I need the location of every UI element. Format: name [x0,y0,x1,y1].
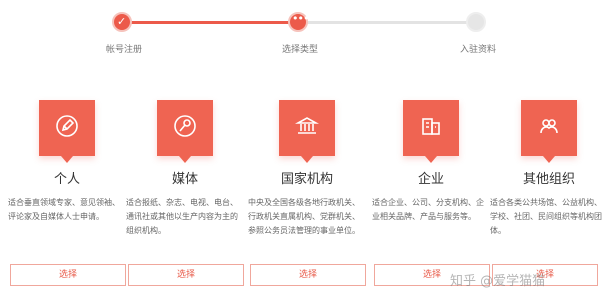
icon-badge [521,100,577,163]
microphone-icon [174,115,196,137]
card-title: 个人 [53,172,80,187]
select-individual-button[interactable]: 选择 [10,264,126,286]
card-title: 媒体 [171,172,198,187]
type-card-other-org: 其他组织 适合各类公共场馆、公益机构、学校、社团、民间组织等机构团体。 选择 [490,96,602,296]
progress-track-completed [122,21,298,24]
step-3-marker [466,12,486,32]
check-icon: ✓ [117,15,127,28]
type-card-enterprise: 企业 适合企业、公司、分支机构、企业相关品牌、产品与服务等。 选择 [372,96,490,296]
step-label-profile: 入驻资料 [459,45,497,55]
institution-icon [295,117,319,134]
step-2-marker: ••• [288,12,309,32]
card-description: 适合报纸、杂志、电视、电台、通讯社或其他以生产内容为主的组织机构。 [126,198,238,235]
card-title: 企业 [417,172,444,187]
card-description: 中央及全国各级各地行政机关、行政机关直属机构、党群机关、参照公务员法管理的事业单… [248,198,360,235]
group-icon [540,119,558,134]
card-description: 适合各类公共场馆、公益机构、学校、社团、民间组织等机构团体。 [490,198,602,235]
icon-badge [157,100,213,163]
progress-track-remaining [298,21,476,24]
building-icon [422,118,440,135]
card-title: 国家机构 [280,172,333,187]
type-card-media: 媒体 适合报纸、杂志、电视、电台、通讯社或其他以生产内容为主的组织机构。 选择 [126,96,244,296]
icon-badge [403,100,459,163]
icon-badge [39,100,95,163]
card-description: 适合垂直领域专家、意见领袖、评论家及自媒体人士申请。 [8,198,120,221]
step-1-marker: ✓ [112,12,132,32]
card-title: 其他组织 [522,172,575,187]
type-card-individual: 个人 适合垂直领域专家、意见领袖、评论家及自媒体人士申请。 选择 [8,96,126,296]
pen-icon [56,115,78,137]
select-government-button[interactable]: 选择 [250,264,366,286]
step-label-choose-type: 选择类型 [281,45,319,55]
type-card-government: 国家机构 中央及全国各级各地行政机关、行政机关直属机构、党群机关、参照公务员法管… [248,96,366,296]
watermark: 知乎 @爱学猫猫 [450,274,546,289]
icon-badge [279,100,335,163]
more-dots-icon: ••• [292,12,309,25]
select-media-button[interactable]: 选择 [128,264,244,286]
progress-steps: ✓ ••• 帐号注册 选择类型 入驻资料 [0,0,602,60]
card-description: 适合企业、公司、分支机构、企业相关品牌、产品与服务等。 [372,198,484,221]
step-label-register: 帐号注册 [105,45,143,55]
